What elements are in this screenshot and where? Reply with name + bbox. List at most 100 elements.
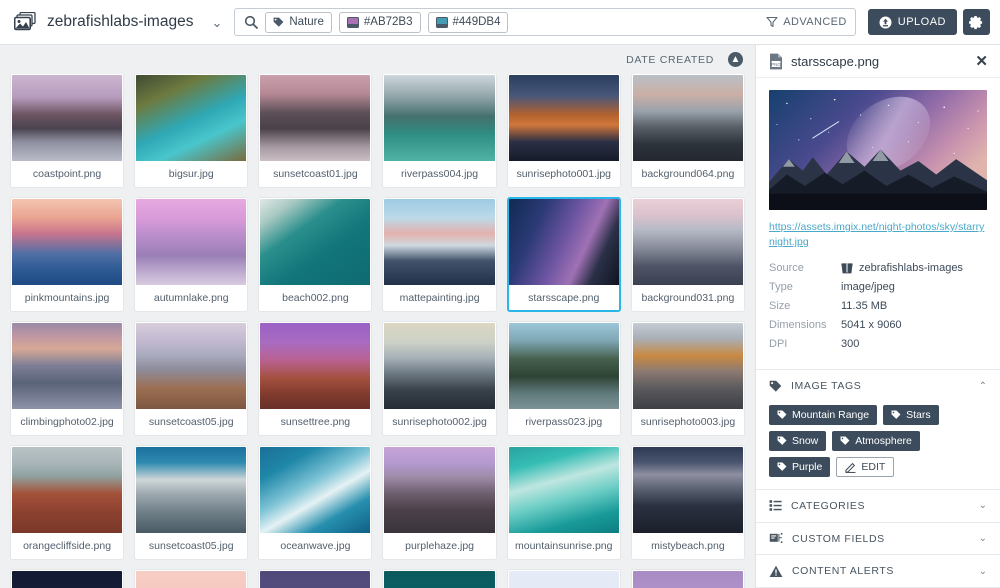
image-tag[interactable]: Atmosphere: [832, 431, 920, 451]
image-tag-label: Stars: [906, 409, 931, 421]
search-chip-color-1[interactable]: #AB72B3: [339, 12, 421, 33]
asset-filename: sunrisephoto003.jpg: [633, 409, 743, 434]
asset-card[interactable]: sunrisephoto001.jpg: [508, 74, 620, 187]
asset-card[interactable]: climbingphoto02.jpg: [11, 322, 123, 435]
brand-name: zebrafishlabs-images: [47, 13, 193, 31]
search-chip-color-2[interactable]: #449DB4: [428, 12, 509, 33]
asset-card[interactable]: [259, 570, 371, 588]
list-icon: [769, 499, 782, 512]
asset-thumbnail: [136, 75, 246, 161]
asset-thumbnail: [260, 571, 370, 588]
metadata-key: Source: [769, 262, 841, 274]
close-icon[interactable]: ✕: [975, 54, 988, 69]
color-swatch-icon: [347, 17, 359, 28]
asset-card[interactable]: [632, 570, 744, 588]
asset-card[interactable]: [11, 570, 123, 588]
asset-card[interactable]: sunrisephoto002.jpg: [383, 322, 495, 435]
section-title: CONTENT ALERTS: [792, 565, 970, 577]
asset-card[interactable]: riverpass023.jpg: [508, 322, 620, 435]
search-bar[interactable]: Nature #AB72B3 #449DB4 ADVANCED: [234, 8, 855, 36]
section-custom-fields[interactable]: CUSTOM FIELDS ⌄: [756, 523, 1000, 555]
app-header: zebrafishlabs-images ⌄ Natu: [0, 0, 1000, 45]
image-tag-label: Atmosphere: [855, 435, 912, 447]
image-tag-label: Purple: [792, 461, 822, 473]
asset-card[interactable]: orangecliffside.png: [11, 446, 123, 559]
chevron-down-icon[interactable]: ⌄: [979, 533, 987, 544]
detail-preview-image: [769, 90, 987, 210]
warning-triangle-icon: [769, 565, 783, 578]
pencil-icon: [845, 462, 856, 473]
asset-card[interactable]: sunrisephoto003.jpg: [632, 322, 744, 435]
asset-card[interactable]: riverpass004.jpg: [383, 74, 495, 187]
chevron-down-icon[interactable]: ⌄: [979, 566, 987, 577]
image-tag-label: Snow: [792, 435, 818, 447]
chevron-up-icon[interactable]: ⌃: [979, 381, 987, 392]
upload-circle-icon: [879, 16, 892, 29]
asset-card[interactable]: mattepainting.jpg: [383, 198, 495, 311]
asset-filename: sunsetcoast05.jpg: [136, 533, 246, 558]
asset-thumbnail: [509, 75, 619, 161]
image-tag[interactable]: Stars: [883, 405, 939, 425]
asset-card[interactable]: pinkmountains.jpg: [11, 198, 123, 311]
settings-button[interactable]: [963, 9, 990, 35]
asset-thumbnail: [384, 447, 494, 533]
image-tags-list: Mountain Range Stars Snow Atmosphere Purple E…: [756, 402, 1000, 489]
section-categories[interactable]: CATEGORIES ⌄: [756, 490, 1000, 522]
asset-thumbnail: [136, 447, 246, 533]
asset-filename: climbingphoto02.jpg: [12, 409, 122, 434]
asset-card[interactable]: beach002.png: [259, 198, 371, 311]
asset-thumbnail: [260, 447, 370, 533]
asset-filename: beach002.png: [260, 285, 370, 310]
tag-icon: [273, 17, 284, 28]
metadata-row-source: Source zebrafishlabs-images: [769, 262, 987, 274]
edit-tags-button[interactable]: EDIT: [836, 457, 894, 477]
advanced-search-button[interactable]: ADVANCED: [766, 16, 847, 28]
chevron-down-icon[interactable]: ⌄: [211, 16, 222, 29]
asset-filename: autumnlake.png: [136, 285, 246, 310]
asset-thumbnail: [12, 323, 122, 409]
asset-url-link[interactable]: https://assets.imgix.net/night-photos/sk…: [769, 220, 987, 250]
asset-filename: orangecliffside.png: [12, 533, 122, 558]
png-file-icon: PNG: [769, 53, 783, 70]
asset-card[interactable]: mistybeach.png: [632, 446, 744, 559]
asset-filename: background031.png: [633, 285, 743, 310]
asset-card[interactable]: autumnlake.png: [135, 198, 247, 311]
metadata-key: Dimensions: [769, 319, 841, 331]
image-tag[interactable]: Purple: [769, 457, 830, 477]
search-icon[interactable]: [244, 15, 258, 29]
asset-thumbnail: [509, 323, 619, 409]
image-tag[interactable]: Mountain Range: [769, 405, 877, 425]
asset-card[interactable]: sunsettree.png: [259, 322, 371, 435]
search-chip-tag[interactable]: Nature: [265, 12, 332, 33]
asset-grid-area: DATE CREATED ▲ coastpoint.pngbigsur.jpg s…: [0, 45, 755, 588]
detail-panel-header: PNG starsscape.png ✕: [756, 45, 1000, 78]
upload-button[interactable]: UPLOAD: [868, 9, 957, 35]
asset-card[interactable]: starsscape.png: [508, 198, 620, 311]
asset-card[interactable]: sunsetcoast01.jpg: [259, 74, 371, 187]
sort-field-button[interactable]: DATE CREATED: [626, 54, 714, 66]
arrow-up-circle-icon[interactable]: ▲: [728, 52, 743, 67]
asset-card[interactable]: sunsetcoast05.jpg: [135, 322, 247, 435]
metadata-row-type: Type image/jpeg: [769, 281, 987, 293]
asset-card[interactable]: [383, 570, 495, 588]
asset-card[interactable]: background031.png: [632, 198, 744, 311]
asset-card[interactable]: [135, 570, 247, 588]
section-content-alerts[interactable]: CONTENT ALERTS ⌄: [756, 555, 1000, 587]
detail-panel-title: starsscape.png: [791, 54, 967, 69]
asset-card[interactable]: purplehaze.jpg: [383, 446, 495, 559]
asset-card[interactable]: sunsetcoast05.jpg: [135, 446, 247, 559]
asset-card[interactable]: background064.png: [632, 74, 744, 187]
asset-card[interactable]: coastpoint.png: [11, 74, 123, 187]
metadata-value: 11.35 MB: [841, 300, 887, 312]
brand: zebrafishlabs-images: [14, 12, 193, 32]
asset-filename: background064.png: [633, 161, 743, 186]
asset-filename: sunsetcoast01.jpg: [260, 161, 370, 186]
section-image-tags[interactable]: IMAGE TAGS ⌃: [756, 370, 1000, 402]
tag-icon: [777, 410, 787, 420]
asset-card[interactable]: oceanwave.jpg: [259, 446, 371, 559]
asset-card[interactable]: mountainsunrise.png: [508, 446, 620, 559]
asset-card[interactable]: bigsur.jpg: [135, 74, 247, 187]
chevron-down-icon[interactable]: ⌄: [979, 500, 987, 511]
image-tag[interactable]: Snow: [769, 431, 826, 451]
asset-card[interactable]: [508, 570, 620, 588]
